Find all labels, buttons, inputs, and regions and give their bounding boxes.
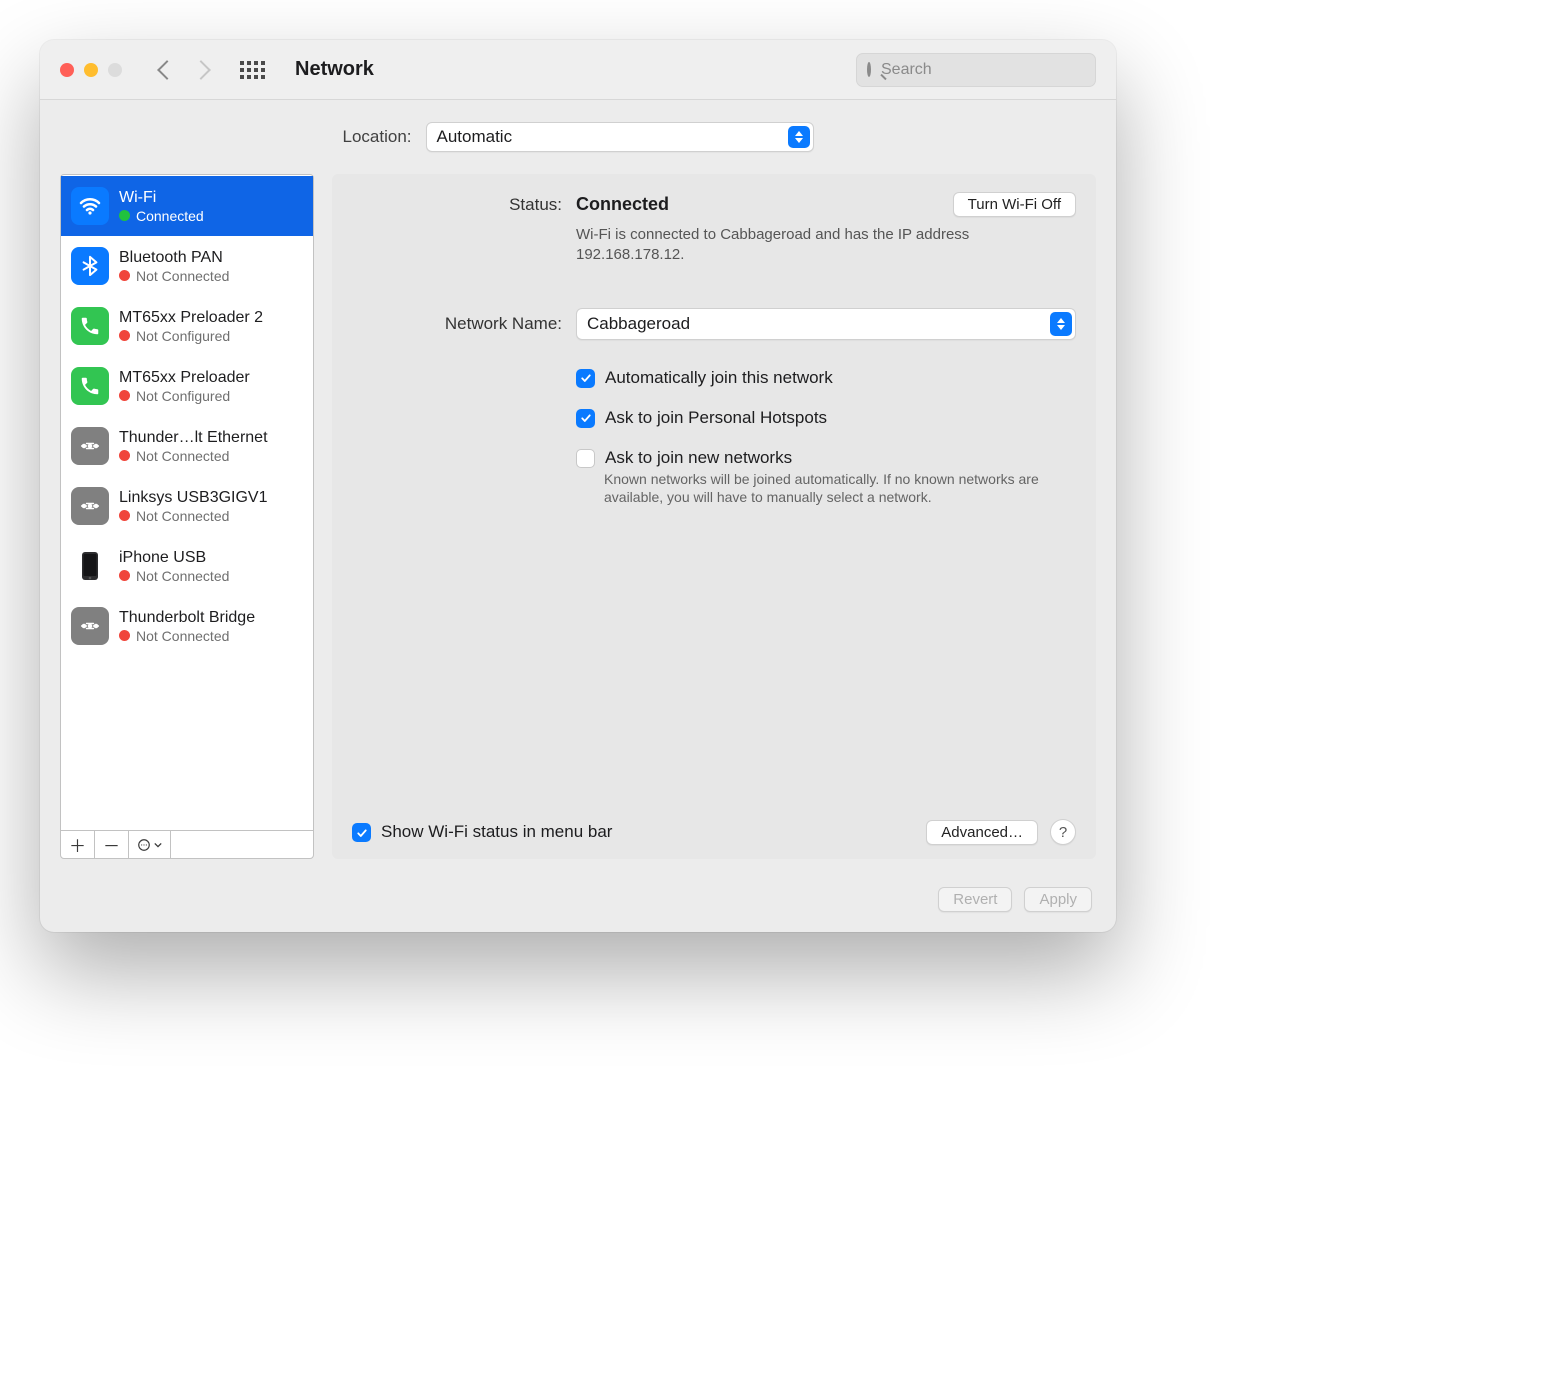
checkbox-icon [576,369,595,388]
wifi-toggle-button[interactable]: Turn Wi-Fi Off [953,192,1076,217]
network-name-popup[interactable]: Cabbageroad [576,308,1076,340]
iphone-icon [71,547,109,585]
service-actions-menu[interactable] [129,831,171,858]
service-name: MT65xx Preloader [119,369,250,387]
service-status: Not Connected [136,448,229,464]
service-footer-spacer [171,831,313,858]
status-dot-icon [119,630,130,641]
service-row[interactable]: Wi-FiConnected [61,176,313,236]
search-field[interactable] [856,53,1096,87]
status-value: Connected [576,194,669,215]
location-row: Location: Automatic [40,100,1116,174]
wifi-icon [71,187,109,225]
service-status: Not Connected [136,628,229,644]
revert-button[interactable]: Revert [938,887,1012,912]
zoom-window-button[interactable] [108,63,122,77]
search-input[interactable] [879,60,1090,80]
ethernet-icon [71,607,109,645]
advanced-button[interactable]: Advanced… [926,820,1038,845]
ethernet-icon [71,487,109,525]
service-detail: Status: Connected Turn Wi-Fi Off Wi-Fi i… [332,174,1096,859]
auto-join-checkbox[interactable]: Automatically join this network [576,368,1076,388]
forward-button[interactable] [191,60,211,80]
status-dot-icon [119,390,130,401]
service-name: Wi-Fi [119,189,204,207]
service-row[interactable]: Linksys USB3GIGV1Not Connected [61,476,313,536]
checkbox-icon [576,409,595,428]
nav-arrows [160,63,208,77]
service-name: Thunder…lt Ethernet [119,429,268,447]
show-all-button[interactable] [240,61,265,79]
location-label: Location: [343,127,412,147]
service-row[interactable]: MT65xx Preloader 2Not Configured [61,296,313,356]
service-row[interactable]: Thunder…lt EthernetNot Connected [61,416,313,476]
service-status: Not Connected [136,568,229,584]
service-row[interactable]: Bluetooth PANNot Connected [61,236,313,296]
dialog-footer: Revert Apply [40,871,1116,932]
status-dot-icon [119,210,130,221]
apply-button[interactable]: Apply [1024,887,1092,912]
service-row[interactable]: Thunderbolt BridgeNot Connected [61,596,313,656]
ask-new-networks-hint: Known networks will be joined automatica… [604,470,1076,508]
chevron-up-down-icon [788,126,810,148]
service-name: Linksys USB3GIGV1 [119,489,268,507]
service-row[interactable]: MT65xx PreloaderNot Configured [61,356,313,416]
service-status: Not Connected [136,508,229,524]
location-popup[interactable]: Automatic [426,122,814,152]
close-window-button[interactable] [60,63,74,77]
service-row[interactable]: iPhone USBNot Connected [61,536,313,596]
service-name: Thunderbolt Bridge [119,609,255,627]
service-list-footer: ＋ － [61,830,313,858]
show-status-label: Show Wi-Fi status in menu bar [381,822,612,842]
service-status: Not Connected [136,268,229,284]
status-hint: Wi-Fi is connected to Cabbageroad and ha… [576,225,1076,266]
phone-icon [71,367,109,405]
chevron-up-down-icon [1050,312,1072,336]
show-status-checkbox[interactable]: Show Wi-Fi status in menu bar [352,822,612,842]
ask-new-networks-checkbox[interactable]: Ask to join new networks [576,448,1076,468]
status-dot-icon [119,510,130,521]
ask-new-networks-label: Ask to join new networks [605,448,792,468]
service-name: Bluetooth PAN [119,249,229,267]
window-controls [60,63,122,77]
status-dot-icon [119,270,130,281]
checkbox-icon [576,449,595,468]
back-button[interactable] [157,60,177,80]
minimize-window-button[interactable] [84,63,98,77]
add-service-button[interactable]: ＋ [61,831,95,858]
service-name: MT65xx Preloader 2 [119,309,263,327]
ask-hotspot-label: Ask to join Personal Hotspots [605,408,827,428]
bluetooth-icon [71,247,109,285]
help-button[interactable]: ? [1050,819,1076,845]
service-status: Not Configured [136,388,230,404]
toolbar: Network [40,40,1116,100]
status-dot-icon [119,570,130,581]
network-name-label: Network Name: [352,314,562,334]
network-prefs-window: Network Location: Automatic Wi-FiConnect… [40,40,1116,932]
status-dot-icon [119,450,130,461]
auto-join-label: Automatically join this network [605,368,833,388]
phone-icon [71,307,109,345]
service-name: iPhone USB [119,549,229,567]
ethernet-icon [71,427,109,465]
remove-service-button[interactable]: － [95,831,129,858]
service-status: Connected [136,208,204,224]
service-status: Not Configured [136,328,230,344]
search-icon [867,62,871,77]
service-list: Wi-FiConnectedBluetooth PANNot Connected… [60,174,314,859]
location-value: Automatic [437,127,513,147]
status-dot-icon [119,330,130,341]
network-name-value: Cabbageroad [587,314,690,334]
main-content: Wi-FiConnectedBluetooth PANNot Connected… [40,174,1116,871]
checkbox-icon [352,823,371,842]
window-title: Network [295,58,374,81]
status-label: Status: [352,195,562,215]
ask-hotspot-checkbox[interactable]: Ask to join Personal Hotspots [576,408,1076,428]
